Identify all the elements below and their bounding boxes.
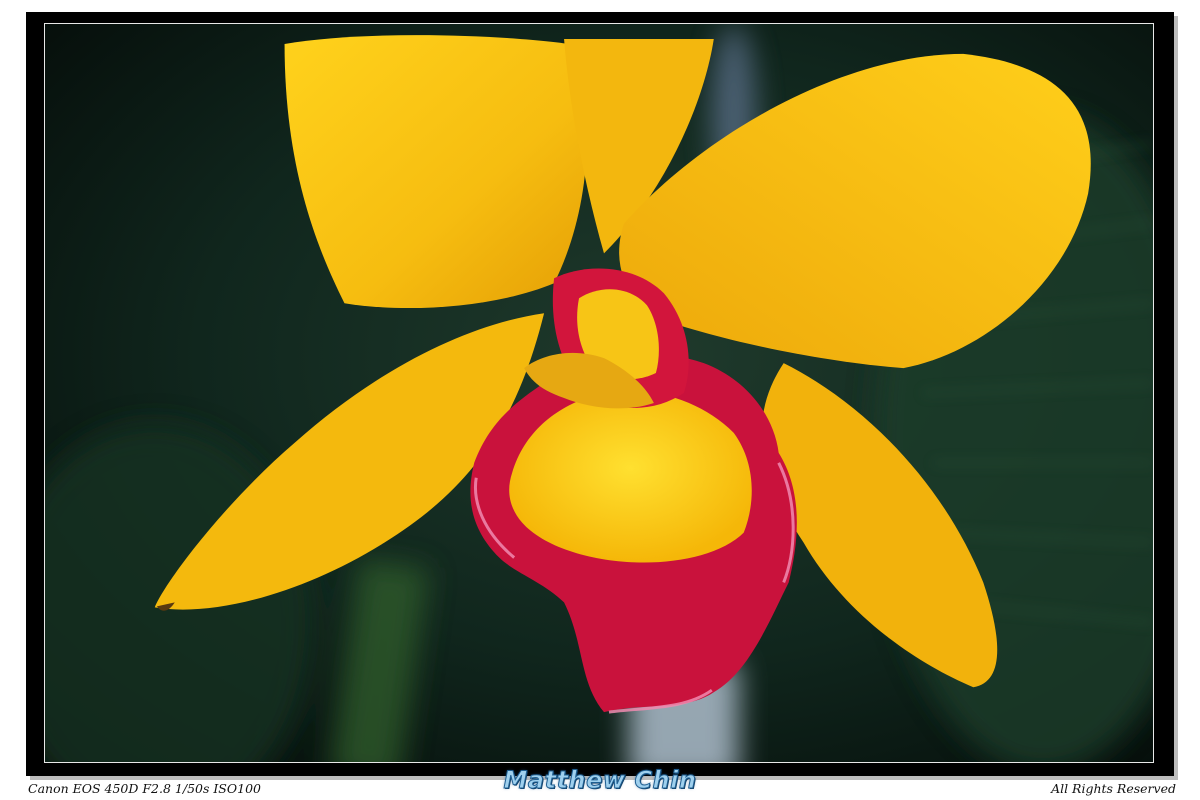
photographer-signature: Matthew Chin: [503, 766, 697, 795]
rights-caption: All Rights Reserved: [1051, 781, 1176, 796]
orchid-photo: [44, 23, 1154, 763]
orchid-illustration: [45, 24, 1153, 762]
photo-frame: [26, 12, 1174, 776]
